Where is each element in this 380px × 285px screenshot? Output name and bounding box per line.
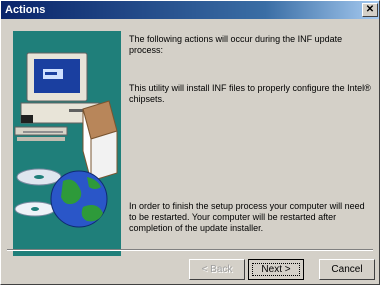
intro-text: The following actions will occur during … bbox=[129, 34, 343, 55]
focus-rect bbox=[252, 263, 300, 276]
cancel-button[interactable]: Cancel bbox=[319, 259, 375, 280]
setup-illustration bbox=[13, 31, 121, 256]
restart-text: In order to finish the setup process you… bbox=[129, 201, 365, 233]
box-icon bbox=[82, 100, 118, 182]
close-icon: ✕ bbox=[365, 4, 375, 15]
actions-dialog: Actions ✕ The following actions will occ… bbox=[0, 0, 380, 285]
globe-icon bbox=[50, 170, 108, 228]
button-separator bbox=[7, 249, 373, 251]
utility-text: This utility will install INF files to p… bbox=[129, 83, 371, 104]
close-button[interactable]: ✕ bbox=[362, 3, 378, 17]
back-button[interactable]: < Back bbox=[189, 259, 245, 280]
title-bar: Actions ✕ bbox=[1, 1, 379, 19]
next-button[interactable]: Next > bbox=[248, 259, 304, 280]
window-title: Actions bbox=[5, 4, 46, 16]
